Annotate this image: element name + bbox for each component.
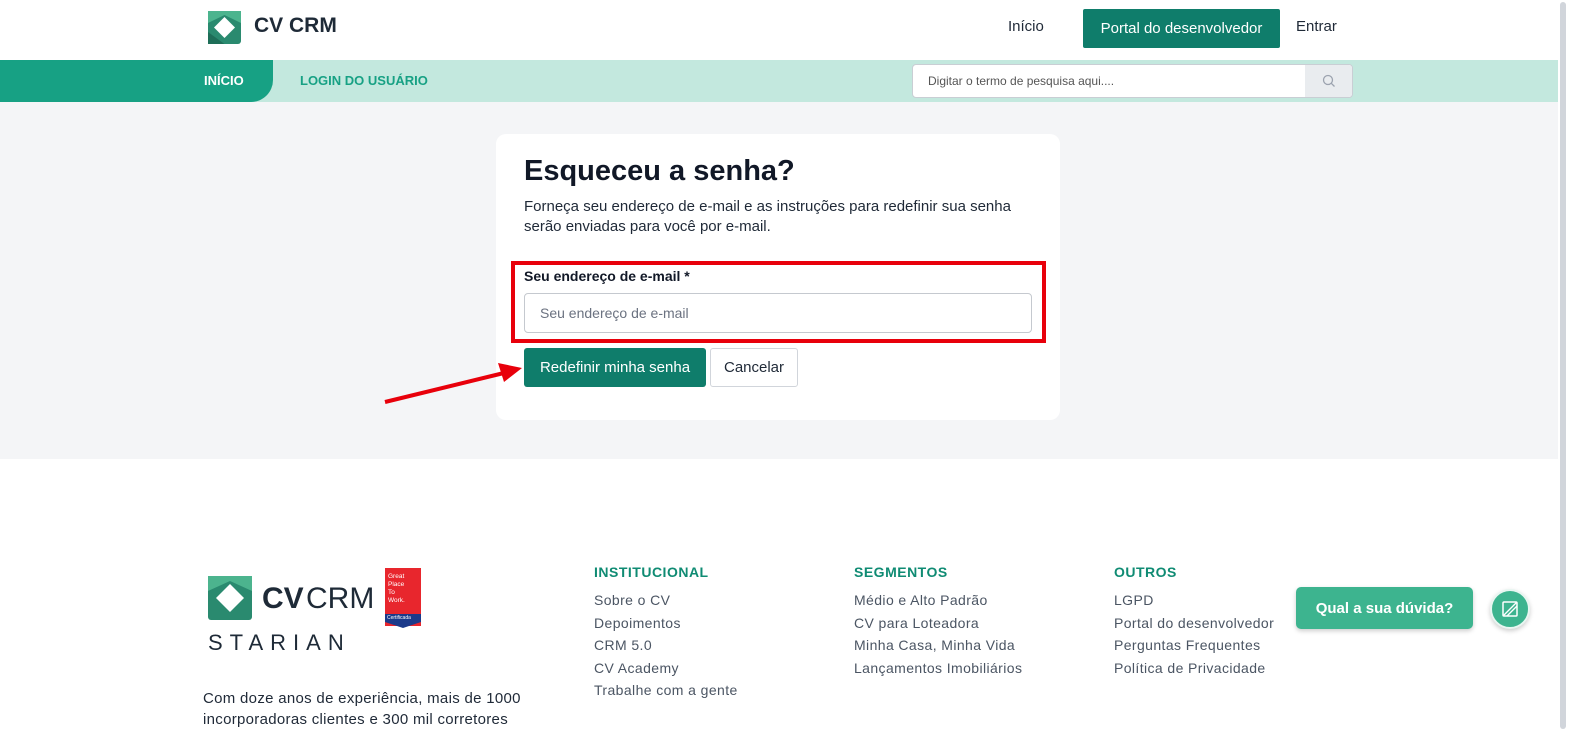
tab-inicio-label: INÍCIO xyxy=(204,73,244,88)
cancel-button[interactable]: Cancelar xyxy=(710,348,798,387)
top-header: CV CRM Início Portal do desenvolvedor En… xyxy=(0,0,1568,60)
footer-link[interactable]: Portal do desenvolvedor xyxy=(1114,612,1274,635)
footer-heading: INSTITUCIONAL xyxy=(594,564,709,580)
footer-link[interactable]: Minha Casa, Minha Vida xyxy=(854,634,1022,657)
reset-password-button[interactable]: Redefinir minha senha xyxy=(524,348,706,387)
footer-heading: SEGMENTOS xyxy=(854,564,948,580)
portal-desenvolvedor-button[interactable]: Portal do desenvolvedor xyxy=(1083,9,1280,48)
search-icon xyxy=(1322,74,1335,87)
svg-text:Great: Great xyxy=(388,573,404,580)
entrar-link[interactable]: Entrar xyxy=(1296,18,1337,35)
highlight-annotation xyxy=(511,261,1046,343)
footer-column-segmentos: SEGMENTOS Médio e Alto Padrão CV para Lo… xyxy=(854,564,1022,679)
arrow-annotation xyxy=(384,363,522,404)
cvcrm-logo-icon[interactable] xyxy=(208,11,241,44)
page-title: Esqueceu a senha? xyxy=(524,155,795,187)
tab-login-usuario[interactable]: LOGIN DO USUÁRIO xyxy=(300,73,428,88)
search-button[interactable] xyxy=(1305,65,1352,97)
svg-text:STARIAN: STARIAN xyxy=(208,630,351,655)
page-scrollbar[interactable] xyxy=(1558,0,1568,731)
subnav-bar: INÍCIO LOGIN DO USUÁRIO xyxy=(0,60,1558,102)
search-box xyxy=(912,64,1353,98)
footer-logo: CV CRM Great Place To Work. Certificada … xyxy=(208,568,421,655)
svg-text:Certificada: Certificada xyxy=(387,615,411,621)
scroll-gutter xyxy=(1568,0,1591,731)
footer-link[interactable]: Trabalhe com a gente xyxy=(594,679,738,702)
footer-link[interactable]: LGPD xyxy=(1114,589,1274,612)
logo-text[interactable]: CV CRM xyxy=(254,14,337,38)
footer-link[interactable]: CV para Loteadora xyxy=(854,612,1022,635)
footer-link[interactable]: Perguntas Frequentes xyxy=(1114,634,1274,657)
footer-column-outros: OUTROS LGPD Portal do desenvolvedor Perg… xyxy=(1114,564,1274,679)
svg-text:CV: CV xyxy=(262,582,304,615)
chat-icon xyxy=(1502,601,1518,617)
svg-text:Place: Place xyxy=(388,581,405,588)
footer-link[interactable]: CRM 5.0 xyxy=(594,634,738,657)
footer-link[interactable]: Sobre o CV xyxy=(594,589,738,612)
nav-inicio-link[interactable]: Início xyxy=(1008,18,1044,35)
form-description: Forneça seu endereço de e-mail e as inst… xyxy=(524,198,1011,235)
footer-link[interactable]: Depoimentos xyxy=(594,612,738,635)
svg-text:Work.: Work. xyxy=(388,597,405,604)
footer-link[interactable]: Lançamentos Imobiliários xyxy=(854,657,1022,680)
footer-link[interactable]: Política de Privacidade xyxy=(1114,657,1274,680)
footer-link[interactable]: Médio e Alto Padrão xyxy=(854,589,1022,612)
tab-inicio[interactable]: INÍCIO xyxy=(0,60,273,102)
footer-heading: OUTROS xyxy=(1114,564,1177,580)
footer-link[interactable]: CV Academy xyxy=(594,657,738,680)
search-input[interactable] xyxy=(913,65,1305,97)
help-bubble[interactable]: Qual a sua dúvida? xyxy=(1296,587,1473,629)
help-chat-button[interactable] xyxy=(1490,589,1530,629)
svg-text:CRM: CRM xyxy=(306,582,374,615)
scrollbar-thumb[interactable] xyxy=(1560,2,1566,729)
footer-column-institucional: INSTITUCIONAL Sobre o CV Depoimentos CRM… xyxy=(594,564,738,702)
svg-text:To: To xyxy=(388,589,395,596)
footer-description: Com doze anos de experiência, mais de 10… xyxy=(203,690,521,728)
